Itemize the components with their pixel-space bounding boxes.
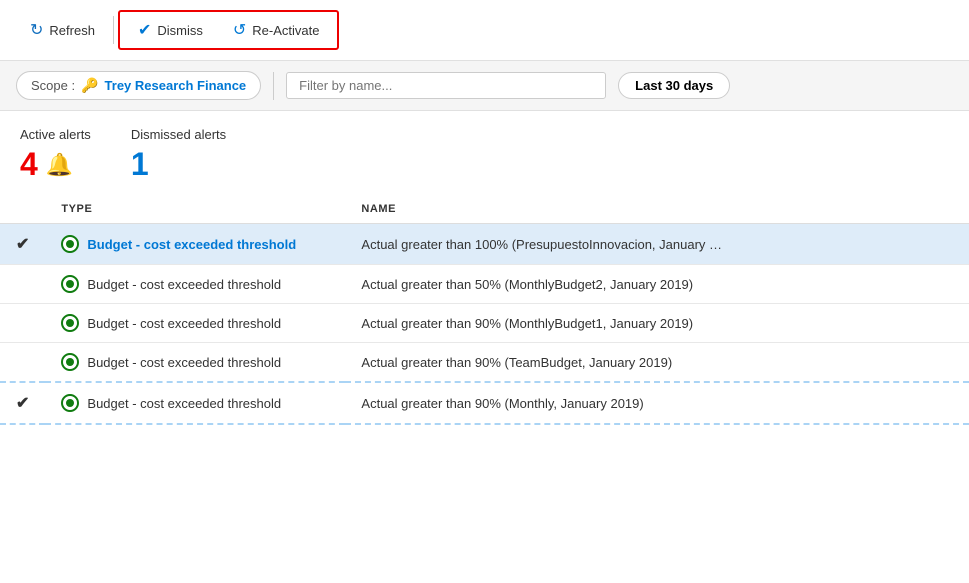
row-checkbox[interactable]: ✔ <box>0 382 45 424</box>
row-checkbox[interactable] <box>0 304 45 343</box>
row-type: Budget - cost exceeded threshold <box>45 265 345 304</box>
reactivate-icon: ↺ <box>233 20 246 40</box>
filter-input[interactable] <box>286 72 606 99</box>
dismissed-alerts-title: Dismissed alerts <box>131 127 226 142</box>
dismiss-reactivate-group: ✔ Dismiss ↺ Re-Activate <box>118 10 340 50</box>
date-range-label: Last 30 days <box>635 78 713 93</box>
active-alerts-count: 4 <box>20 146 38 183</box>
scope-value: Trey Research Finance <box>105 78 247 93</box>
type-label: Budget - cost exceeded threshold <box>87 277 281 292</box>
refresh-button[interactable]: ↻ Refresh <box>16 14 109 46</box>
row-name: Actual greater than 100% (PresupuestoInn… <box>345 224 969 265</box>
bell-icon: 🔔 <box>46 152 73 178</box>
col-check-header <box>0 195 45 224</box>
type-label: Budget - cost exceeded threshold <box>87 316 281 331</box>
active-alerts-title: Active alerts <box>20 127 91 142</box>
row-type: Budget - cost exceeded threshold <box>45 304 345 343</box>
alerts-table: TYPE NAME ✔ Budget - cost exceeded thresh… <box>0 195 969 425</box>
row-name: Actual greater than 90% (TeamBudget, Jan… <box>345 343 969 383</box>
budget-icon <box>61 394 79 412</box>
checkmark-icon: ✔ <box>16 236 29 253</box>
table-header-row: TYPE NAME <box>0 195 969 224</box>
row-name: Actual greater than 90% (MonthlyBudget1,… <box>345 304 969 343</box>
date-range-button[interactable]: Last 30 days <box>618 72 730 99</box>
toolbar-separator <box>113 16 114 44</box>
dismiss-label: Dismiss <box>157 23 203 38</box>
row-checkbox[interactable] <box>0 265 45 304</box>
row-name: Actual greater than 90% (Monthly, Januar… <box>345 382 969 424</box>
table-row[interactable]: ✔ Budget - cost exceeded threshold Actual … <box>0 224 969 265</box>
active-alerts-group: Active alerts 4 🔔 <box>20 127 91 183</box>
budget-icon <box>61 235 79 253</box>
dismiss-icon: ✔ <box>138 20 151 40</box>
toolbar: ↻ Refresh ✔ Dismiss ↺ Re-Activate <box>0 0 969 61</box>
alerts-summary: Active alerts 4 🔔 Dismissed alerts 1 <box>0 111 969 191</box>
row-checkbox[interactable]: ✔ <box>0 224 45 265</box>
scope-button[interactable]: Scope : 🔑 Trey Research Finance <box>16 71 261 100</box>
table-row[interactable]: Budget - cost exceeded threshold Actual g… <box>0 304 969 343</box>
table-row[interactable]: Budget - cost exceeded threshold Actual g… <box>0 265 969 304</box>
active-alerts-count-row: 4 🔔 <box>20 146 91 183</box>
type-label: Budget - cost exceeded threshold <box>87 355 281 370</box>
col-type-header: TYPE <box>45 195 345 224</box>
dismissed-alerts-count-row: 1 <box>131 146 226 183</box>
budget-icon <box>61 353 79 371</box>
budget-icon <box>61 275 79 293</box>
refresh-icon: ↻ <box>30 20 43 40</box>
row-type: Budget - cost exceeded threshold <box>45 343 345 383</box>
type-label: Budget - cost exceeded threshold <box>87 396 281 411</box>
reactivate-button[interactable]: ↺ Re-Activate <box>219 14 334 46</box>
table-row[interactable]: ✔ Budget - cost exceeded threshold Actual … <box>0 382 969 424</box>
type-label: Budget - cost exceeded threshold <box>87 237 296 252</box>
budget-icon <box>61 314 79 332</box>
key-icon: 🔑 <box>81 77 98 94</box>
row-checkbox[interactable] <box>0 343 45 383</box>
refresh-label: Refresh <box>49 23 95 38</box>
row-type: Budget - cost exceeded threshold <box>45 224 345 265</box>
col-name-header: NAME <box>345 195 969 224</box>
reactivate-label: Re-Activate <box>252 23 319 38</box>
scope-label-text: Scope : <box>31 78 75 93</box>
checkmark-icon: ✔ <box>16 395 29 412</box>
table-row[interactable]: Budget - cost exceeded threshold Actual g… <box>0 343 969 383</box>
filter-separator <box>273 72 274 100</box>
row-type: Budget - cost exceeded threshold <box>45 382 345 424</box>
filter-bar: Scope : 🔑 Trey Research Finance Last 30 … <box>0 61 969 111</box>
row-name: Actual greater than 50% (MonthlyBudget2,… <box>345 265 969 304</box>
dismissed-alerts-count: 1 <box>131 146 149 183</box>
dismiss-button[interactable]: ✔ Dismiss <box>124 14 217 46</box>
dismissed-alerts-group: Dismissed alerts 1 <box>131 127 226 183</box>
